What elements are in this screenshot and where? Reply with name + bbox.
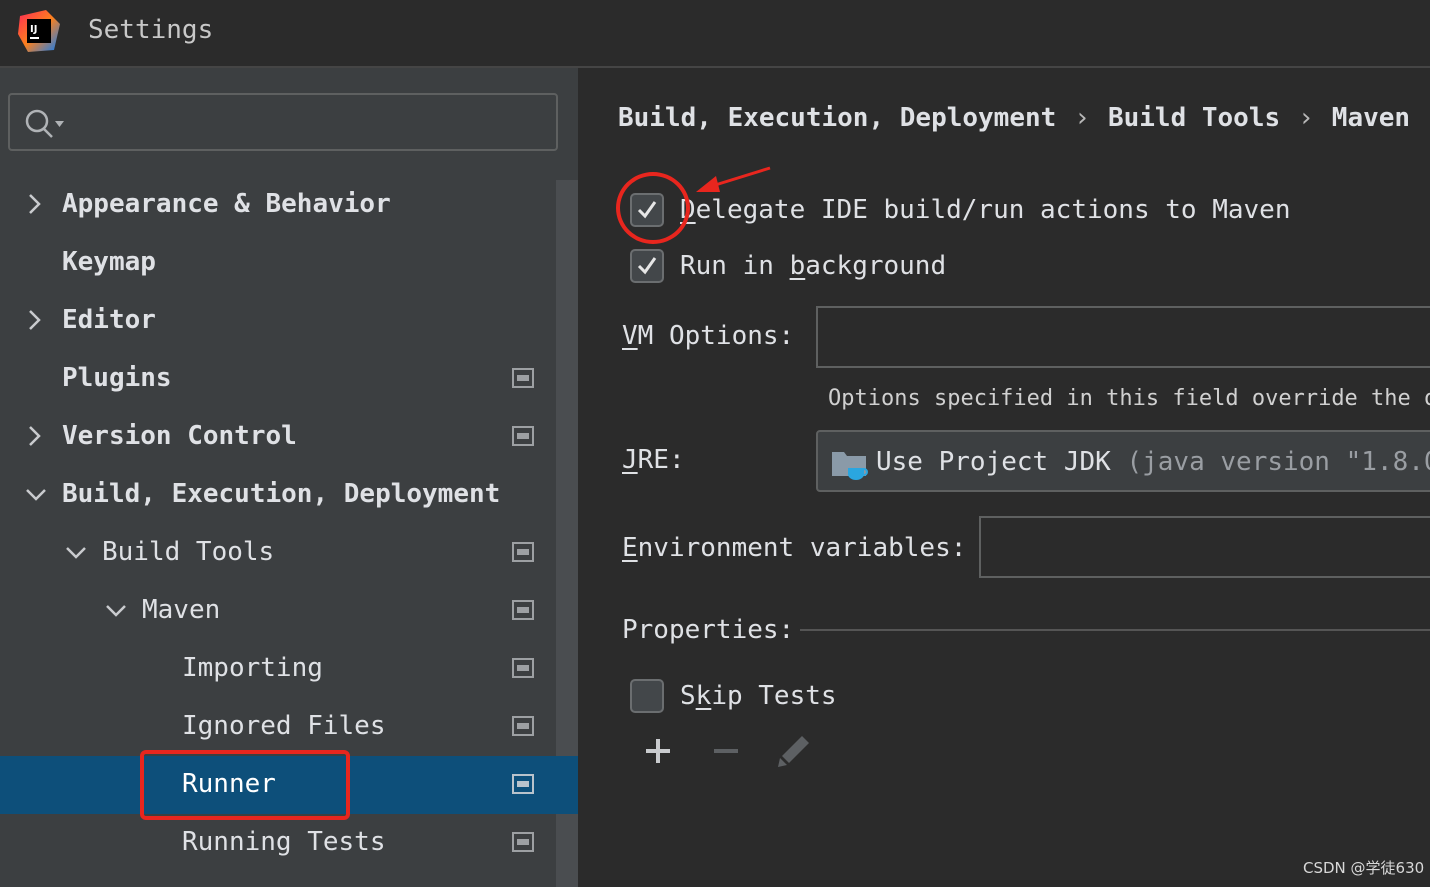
search-input[interactable] xyxy=(8,93,558,151)
mnemonic-char: b xyxy=(789,251,806,281)
add-property-icon[interactable] xyxy=(640,733,676,769)
tree-item-label: Appearance & Behavior xyxy=(62,189,391,219)
delegate-label[interactable]: Delegate IDE build/run actions to Maven xyxy=(680,194,1290,226)
chevron-right-icon[interactable] xyxy=(22,192,46,216)
tree-item-label: Editor xyxy=(62,305,156,335)
tree-item-editor[interactable]: Editor xyxy=(0,291,556,349)
vm-options-input[interactable] xyxy=(816,306,1430,368)
label-text: nvironment variables: xyxy=(637,533,967,563)
label-text: ackground xyxy=(805,251,947,281)
tree-item-label: Ignored Files xyxy=(182,711,386,741)
tree-item-maven[interactable]: Maven xyxy=(0,581,556,639)
jre-value-main: Use Project JDK xyxy=(876,447,1111,477)
project-settings-icon xyxy=(512,368,534,388)
project-settings-icon xyxy=(512,832,534,852)
tree-item-label: Build, Execution, Deployment xyxy=(62,479,501,509)
chevron-right-icon[interactable] xyxy=(22,424,46,448)
search-icon[interactable] xyxy=(22,106,66,140)
chevron-down-icon[interactable] xyxy=(104,598,128,622)
properties-separator xyxy=(800,629,1430,631)
tree-item-label: Maven xyxy=(142,595,221,625)
intellij-logo-icon: IJ xyxy=(18,10,60,52)
tree-item-build-execution-deployment[interactable]: Build, Execution, Deployment xyxy=(0,465,556,523)
runner-annotation-box xyxy=(140,750,350,820)
breadcrumb-item[interactable]: Maven xyxy=(1332,103,1410,133)
breadcrumb-separator-icon: › xyxy=(1074,103,1090,133)
edit-property-icon[interactable] xyxy=(776,733,812,769)
run-in-background-checkbox[interactable] xyxy=(630,249,664,283)
chevron-right-icon[interactable] xyxy=(22,308,46,332)
jre-label: JRE: xyxy=(622,444,685,476)
tree-item-plugins[interactable]: Plugins xyxy=(0,349,556,407)
project-settings-icon xyxy=(512,716,534,736)
label-text: M Options: xyxy=(637,321,795,351)
label-text: RE: xyxy=(637,445,685,475)
mnemonic-char: k xyxy=(695,681,712,711)
annotation-arrow-icon xyxy=(696,166,771,192)
project-settings-icon xyxy=(512,426,534,446)
tree-item-label: Importing xyxy=(182,653,323,683)
tree-item-label: Plugins xyxy=(62,363,172,393)
delegate-label-text: elegate IDE build/run actions to Maven xyxy=(695,195,1291,225)
environment-variables-label: Environment variables: xyxy=(622,532,966,564)
delegate-annotation-circle xyxy=(616,172,690,244)
skip-tests-label[interactable]: Skip Tests xyxy=(680,680,837,712)
chevron-down-icon[interactable] xyxy=(64,540,88,564)
tree-item-ignored-files[interactable]: Ignored Files xyxy=(0,697,556,755)
mnemonic-char: J xyxy=(622,445,638,475)
breadcrumb-separator-icon: › xyxy=(1298,103,1314,133)
project-settings-icon xyxy=(512,542,534,562)
tree-item-label: Keymap xyxy=(62,247,156,277)
mnemonic-char: E xyxy=(622,533,638,563)
checkmark-icon xyxy=(637,257,657,275)
window-title: Settings xyxy=(88,15,214,45)
label-text: S xyxy=(680,681,696,711)
tree-item-running-tests[interactable]: Running Tests xyxy=(0,813,556,871)
jre-value-version: (java version "1.8.0_ xyxy=(1110,447,1430,477)
properties-label: Properties: xyxy=(622,615,795,645)
watermark: CSDN @学徒630 xyxy=(1303,859,1425,877)
tree-item-label: Build Tools xyxy=(102,537,275,567)
chevron-down-icon[interactable] xyxy=(24,482,48,506)
svg-text:IJ: IJ xyxy=(30,24,37,35)
vm-options-label: VM Options: xyxy=(622,320,794,352)
project-settings-icon xyxy=(512,600,534,620)
breadcrumb: Build, Execution, Deployment › Build Tools… xyxy=(618,102,1430,134)
project-settings-icon xyxy=(512,658,534,678)
tree-item-version-control[interactable]: Version Control xyxy=(0,407,556,465)
breadcrumb-item[interactable]: Build, Execution, Deployment xyxy=(618,103,1056,133)
run-in-background-label[interactable]: Run in background xyxy=(680,250,946,282)
mnemonic-char: V xyxy=(622,321,638,351)
project-settings-icon xyxy=(512,774,534,794)
vm-options-hint: Options specified in this field override… xyxy=(828,386,1430,411)
jre-selected-value: Use Project JDK (java version "1.8.0_ xyxy=(876,446,1430,478)
tree-item-importing[interactable]: Importing xyxy=(0,639,556,697)
breadcrumb-item[interactable]: Build Tools xyxy=(1108,103,1280,133)
tree-item-label: Version Control xyxy=(62,421,297,451)
title-bar xyxy=(0,0,1430,68)
skip-tests-checkbox[interactable] xyxy=(630,679,664,713)
jdk-folder-icon xyxy=(832,452,868,480)
tree-item-appearance-behavior[interactable]: Appearance & Behavior xyxy=(0,175,556,233)
tree-item-keymap[interactable]: Keymap xyxy=(0,233,556,291)
tree-item-label: Running Tests xyxy=(182,827,386,857)
remove-property-icon[interactable] xyxy=(708,733,744,769)
environment-variables-input[interactable] xyxy=(979,516,1430,578)
label-text: Run in xyxy=(680,251,790,281)
label-text: ip Tests xyxy=(711,681,837,711)
tree-item-build-tools[interactable]: Build Tools xyxy=(0,523,556,581)
